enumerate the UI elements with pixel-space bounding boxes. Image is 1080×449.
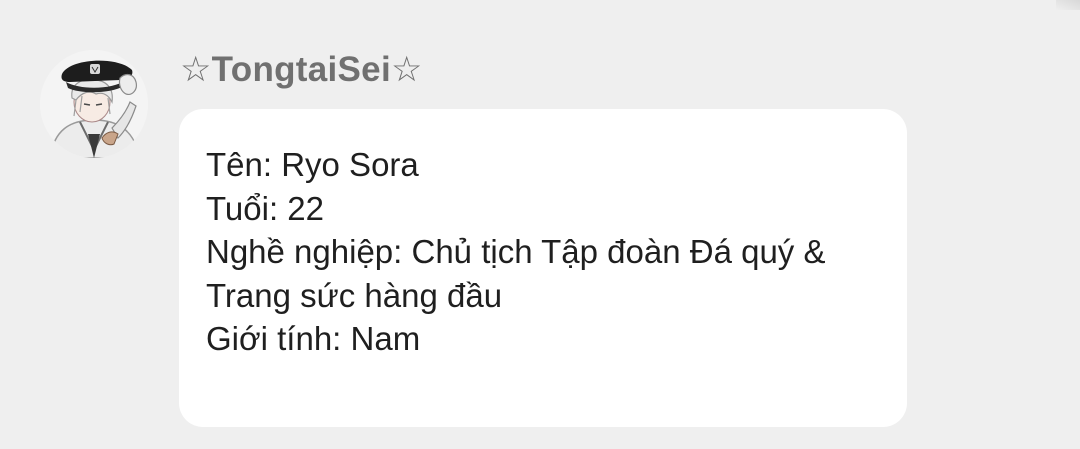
- message-line-age: Tuổi: 22: [206, 189, 325, 227]
- user-avatar-icon[interactable]: [40, 50, 148, 158]
- message-line-occupation-cont: Trang sức hàng đầu: [206, 276, 503, 314]
- avatar-illustration: [40, 50, 148, 158]
- message-line-gender: Giới tính: Nam: [206, 320, 421, 357]
- message-bubble[interactable]: Tên: Ryo Sora Tuổi: 22 Nghề nghiệp: Chủ …: [179, 109, 907, 427]
- sender-name[interactable]: ☆TongtaiSei☆: [180, 50, 423, 90]
- message-line-occupation: Nghề nghiệp: Chủ tịch Tập đoàn Đá quý &: [206, 233, 826, 270]
- message-line-name: Tên: Ryo Sora: [206, 146, 419, 183]
- message-row: ☆TongtaiSei☆ Tên: Ryo Sora Tuổi: 22 Nghề…: [0, 0, 1080, 449]
- message-text: Tên: Ryo Sora Tuổi: 22 Nghề nghiệp: Chủ …: [206, 143, 896, 361]
